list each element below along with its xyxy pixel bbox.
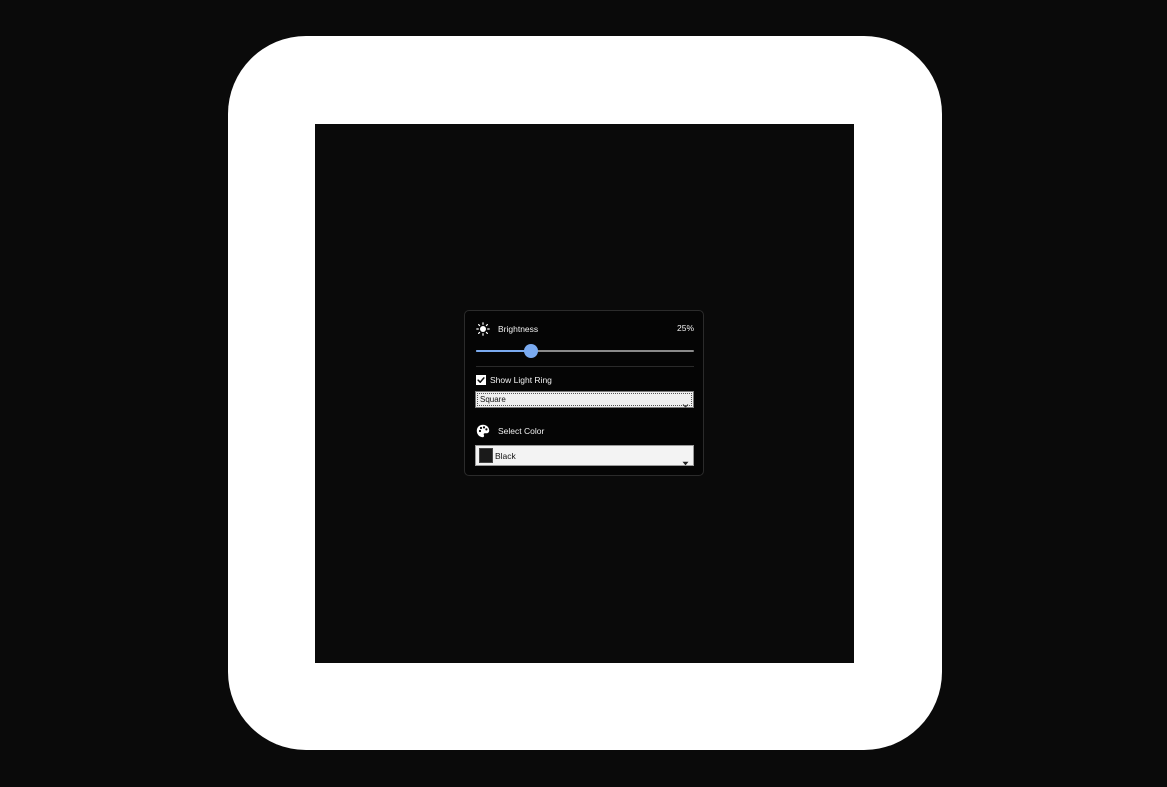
- show-light-ring-label[interactable]: Show Light Ring: [490, 375, 552, 385]
- shape-select[interactable]: Square: [475, 391, 694, 408]
- divider: [476, 366, 694, 367]
- color-swatch: [479, 448, 493, 463]
- select-color-label: Select Color: [498, 426, 545, 436]
- brightness-slider[interactable]: [476, 344, 694, 358]
- focus-ring: [477, 393, 692, 406]
- caret-down-icon: [682, 453, 689, 466]
- checkmark-icon: [476, 375, 486, 385]
- slider-thumb[interactable]: [523, 344, 538, 358]
- brightness-label: Brightness: [498, 324, 539, 334]
- settings-panel: Brightness 25% Show Light Ring Square Se…: [464, 310, 704, 476]
- color-select[interactable]: Black: [475, 445, 694, 466]
- color-select-value: Black: [495, 451, 516, 461]
- show-light-ring-checkbox[interactable]: [476, 375, 486, 385]
- chevron-down-icon: [682, 396, 689, 408]
- shape-select-value: Square: [480, 395, 506, 404]
- palette-icon: [476, 424, 490, 438]
- sun-icon: [476, 322, 490, 336]
- select-color-row: Select Color: [476, 424, 694, 438]
- show-light-ring-row[interactable]: Show Light Ring: [476, 374, 694, 386]
- brightness-row: Brightness 25%: [476, 322, 694, 338]
- brightness-value: 25%: [676, 323, 694, 333]
- screen-background: Brightness 25% Show Light Ring Square Se…: [0, 0, 1167, 787]
- slider-fill: [476, 350, 531, 352]
